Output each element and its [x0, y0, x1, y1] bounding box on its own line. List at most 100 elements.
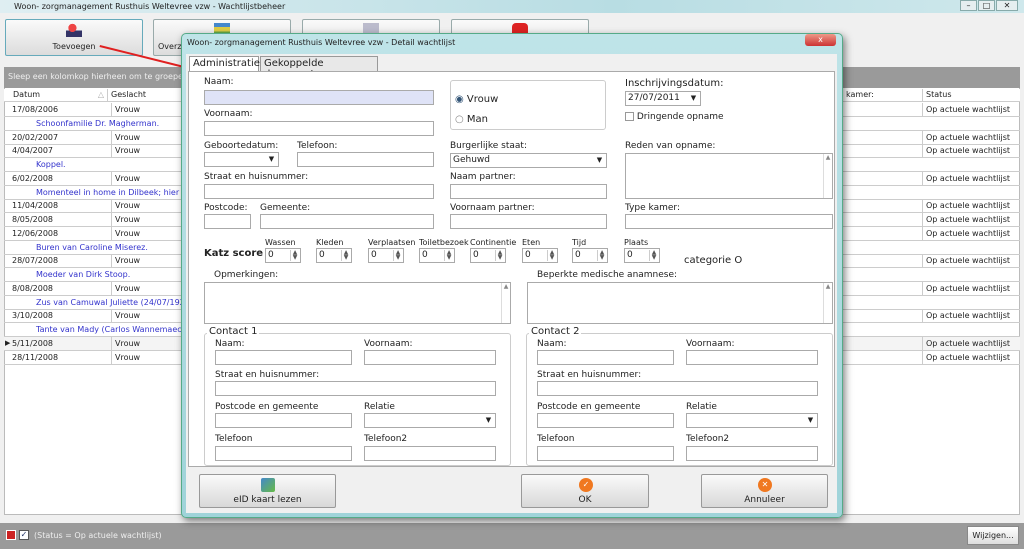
katz-continentie-spinner[interactable]: 0 ▲ ▼ [470, 248, 506, 263]
katz-tijd-spinner[interactable]: 0 ▲ ▼ [572, 248, 608, 263]
spinner-arrows-icon[interactable]: ▲ ▼ [547, 250, 556, 261]
window-titlebar: Woon- zorgmanagement Rusthuis Weltevree … [0, 0, 1024, 13]
contact2-telefoon-label: Telefoon [537, 434, 575, 444]
wijzigen-button[interactable]: Wijzigen... [967, 526, 1019, 545]
contact2-voornaam-input[interactable] [686, 350, 818, 365]
close-window-button[interactable]: ✕ [996, 0, 1018, 11]
contact1-voornaam-input[interactable] [364, 350, 496, 365]
postcode-input[interactable] [204, 214, 251, 229]
tab-gekoppelde-documenten[interactable]: Gekoppelde documenten [260, 56, 378, 80]
contact1-telefoon-input[interactable] [215, 446, 352, 461]
inschrijvingsdatum-picker[interactable]: 27/07/2011 ▼ [625, 91, 701, 106]
contact2-relatie-select[interactable]: ▼ [686, 413, 818, 428]
contact1-straat-input[interactable] [215, 381, 496, 396]
button-label: Overz [158, 42, 182, 51]
contact2-postcode-gemeente-input[interactable] [537, 413, 674, 428]
cell-status: Op actuele wachtlijst [922, 254, 1013, 268]
button-label: OK [578, 495, 592, 505]
burgerlijke-staat-select[interactable]: Gehuwd ▼ [450, 153, 607, 168]
button-label: Toevoegen [52, 42, 96, 51]
katz-wassen-spinner[interactable]: 0 ▲ ▼ [265, 248, 301, 263]
annuleer-button[interactable]: ✕ Annuleer [701, 474, 828, 508]
cell-status: Op actuele wachtlijst [922, 199, 1013, 213]
contact1-postcode-gemeente-label: Postcode en gemeente [215, 402, 319, 412]
window-title: Woon- zorgmanagement Rusthuis Weltevree … [14, 2, 286, 11]
filter-enabled-checkbox[interactable]: ✓ [19, 530, 29, 540]
group-hint: Sleep een kolomkop hierheen om te groepe… [8, 72, 197, 81]
cell-geslacht: Vrouw [111, 144, 140, 158]
cell-datum: 12/06/2008 [12, 228, 59, 238]
cell-geslacht: Vrouw [111, 130, 140, 144]
spinner-arrows-icon[interactable]: ▲ ▼ [597, 250, 606, 261]
anamnese-textarea[interactable]: ▲ [527, 282, 833, 324]
contact1-postcode-gemeente-input[interactable] [215, 413, 352, 428]
eid-kaart-lezen-button[interactable]: eID kaart lezen [199, 474, 336, 508]
contact2-telefoon2-label: Telefoon2 [686, 434, 730, 444]
radio-man[interactable]: ○ Man [455, 114, 488, 125]
cell-datum: 28/11/2008 [12, 352, 59, 362]
minimize-button[interactable]: – [960, 0, 977, 11]
contact2-telefoon2-input[interactable] [686, 446, 818, 461]
column-header-geslacht[interactable]: Geslacht [107, 89, 187, 102]
filter-text: (Status = Op actuele wachtlijst) [34, 531, 162, 540]
naam-input[interactable] [204, 90, 434, 105]
katz-verplaatsen-spinner[interactable]: 0 ▲ ▼ [368, 248, 404, 263]
column-header-datum[interactable]: Datum △ [4, 89, 107, 102]
voornaam-partner-input[interactable] [450, 214, 607, 229]
radio-vrouw[interactable]: ◉ Vrouw [455, 94, 498, 105]
scrollbar[interactable]: ▲ [823, 283, 832, 323]
geboortedatum-picker[interactable]: ▼ [204, 152, 279, 167]
cell-geslacht: Vrouw [111, 213, 140, 226]
note-text: Tante van Mady (Carlos Wannemaecker). [36, 325, 200, 334]
straat-input[interactable] [204, 184, 434, 199]
contact2-naam-input[interactable] [537, 350, 674, 365]
spinner-arrows-icon[interactable]: ▲ ▼ [495, 250, 504, 261]
katz-toiletbezoek-spinner[interactable]: 0 ▲ ▼ [419, 248, 455, 263]
voornaam-input[interactable] [204, 121, 434, 136]
opmerkingen-textarea[interactable]: ▲ [204, 282, 511, 324]
spinner-value: 0 [575, 250, 581, 260]
katz-wassen-label: Wassen [265, 238, 296, 247]
column-label: Datum [13, 90, 41, 99]
katz-kleden-spinner[interactable]: 0 ▲ ▼ [316, 248, 352, 263]
spinner-arrows-icon[interactable]: ▲ ▼ [393, 250, 402, 261]
contact2-relatie-label: Relatie [686, 402, 717, 412]
type-kamer-input[interactable] [625, 214, 833, 229]
ok-button[interactable]: ✓ OK [521, 474, 649, 508]
reden-textarea[interactable]: ▲ [625, 153, 833, 199]
contact2-straat-label: Straat en huisnummer: [537, 370, 642, 380]
clear-filter-icon[interactable] [6, 530, 16, 540]
dialog-title: Woon- zorgmanagement Rusthuis Weltevree … [187, 38, 456, 47]
contact1-telefoon2-input[interactable] [364, 446, 496, 461]
cancel-x-icon: ✕ [758, 478, 772, 492]
burgerlijke-staat-label: Burgerlijke staat: [450, 141, 527, 151]
maximize-button[interactable]: □ [978, 0, 995, 11]
scrollbar[interactable]: ▲ [501, 283, 510, 323]
spinner-arrows-icon[interactable]: ▲ ▼ [444, 250, 453, 261]
dringende-opname-checkbox[interactable]: Dringende opname [625, 112, 724, 122]
spinner-arrows-icon[interactable]: ▲ ▼ [341, 250, 350, 261]
spinner-value: 0 [525, 250, 531, 260]
spinner-arrows-icon[interactable]: ▲ ▼ [649, 250, 658, 261]
katz-eten-label: Eten [522, 238, 541, 247]
spinner-value: 0 [268, 250, 274, 260]
column-header-kamer[interactable]: kamer: [843, 89, 922, 102]
spinner-arrows-icon[interactable]: ▲ ▼ [290, 250, 299, 261]
katz-toiletbezoek-label: Toiletbezoek [419, 238, 469, 247]
column-header-status[interactable]: Status [922, 89, 1020, 102]
contact1-relatie-select[interactable]: ▼ [364, 413, 496, 428]
gemeente-input[interactable] [260, 214, 434, 229]
naam-partner-input[interactable] [450, 184, 607, 199]
contact1-voornaam-label: Voornaam: [364, 339, 413, 349]
telefoon-input[interactable] [297, 152, 434, 167]
katz-plaats-spinner[interactable]: 0 ▲ ▼ [624, 248, 660, 263]
katz-eten-spinner[interactable]: 0 ▲ ▼ [522, 248, 558, 263]
scrollbar[interactable]: ▲ [823, 154, 832, 198]
contact2-straat-input[interactable] [537, 381, 818, 396]
dialog-close-button[interactable]: x [805, 34, 836, 46]
contact2-telefoon-input[interactable] [537, 446, 674, 461]
anamnese-label: Beperkte medische anamnese: [537, 270, 678, 280]
cell-geslacht: Vrouw [111, 254, 140, 268]
katz-continentie-label: Continentie [470, 238, 517, 247]
contact1-naam-input[interactable] [215, 350, 352, 365]
